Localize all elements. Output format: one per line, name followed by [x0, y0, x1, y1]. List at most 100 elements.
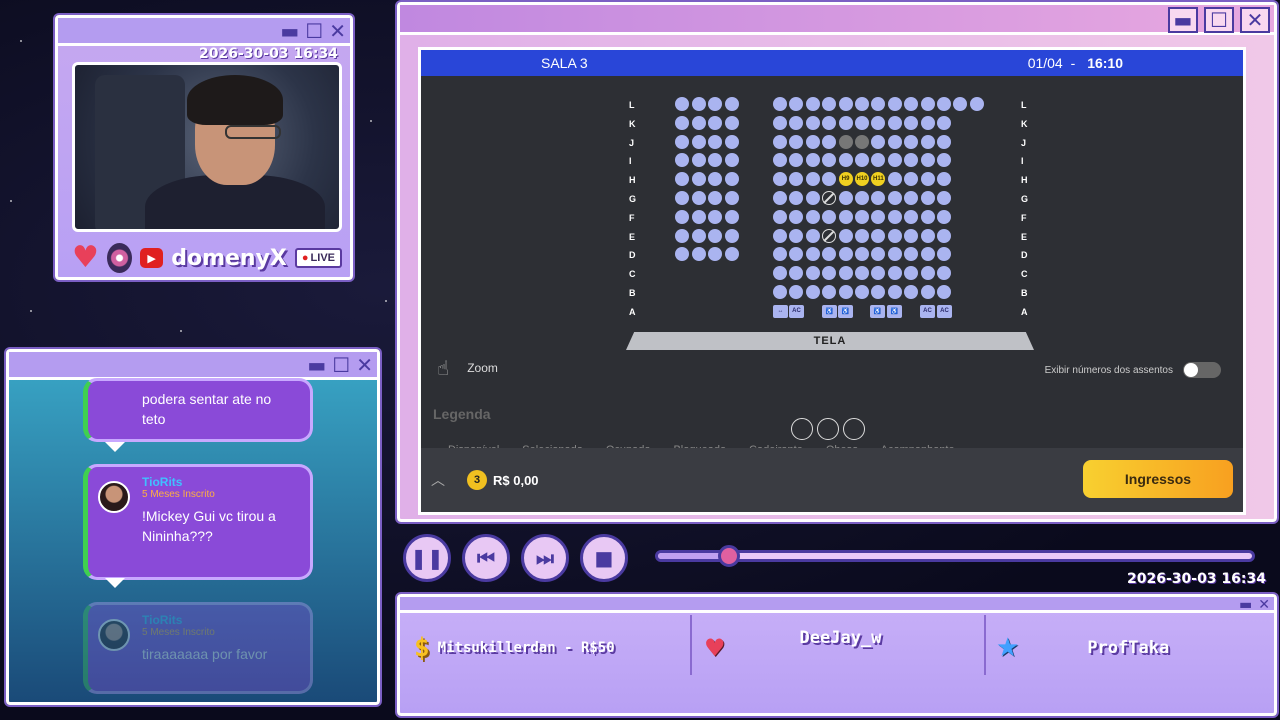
seat-available[interactable]	[904, 134, 919, 149]
zoom-control[interactable]: ☝ Zoom	[437, 356, 498, 380]
close-icon[interactable]: ✕	[1258, 598, 1270, 612]
minimize-icon[interactable]: ▬	[1168, 7, 1198, 33]
seat-available[interactable]	[838, 191, 853, 205]
seat-available[interactable]	[708, 228, 722, 243]
seat-available[interactable]	[920, 97, 935, 111]
seat-available[interactable]	[691, 228, 706, 243]
seat-available[interactable]	[855, 285, 869, 299]
seat-available[interactable]	[855, 153, 869, 168]
seat-available[interactable]	[855, 266, 869, 281]
seat-available[interactable]	[805, 247, 820, 262]
seat-available[interactable]	[838, 228, 853, 243]
seat-available[interactable]	[887, 115, 902, 130]
seat-available[interactable]	[708, 134, 722, 149]
seat-available[interactable]	[805, 115, 820, 130]
seat-available[interactable]	[871, 266, 886, 281]
seat-available[interactable]	[937, 191, 951, 205]
seat-available[interactable]	[855, 247, 869, 262]
seat-available[interactable]	[920, 209, 935, 224]
seat-available[interactable]	[675, 97, 689, 111]
seat-available[interactable]	[805, 134, 820, 149]
seat-available[interactable]	[920, 134, 935, 149]
seat-available[interactable]	[904, 115, 919, 130]
seat-available[interactable]	[675, 115, 689, 130]
seat-available[interactable]	[937, 247, 951, 262]
seat-available[interactable]	[675, 153, 689, 168]
seat-available[interactable]	[871, 191, 886, 205]
seat-available[interactable]	[937, 285, 951, 299]
seat-available[interactable]	[805, 97, 820, 111]
seat-available[interactable]	[724, 209, 739, 224]
seat-available[interactable]	[789, 97, 804, 111]
seat-available[interactable]	[887, 228, 902, 243]
seat-available[interactable]	[920, 228, 935, 243]
seat-available[interactable]	[838, 247, 853, 262]
seat-available[interactable]	[838, 153, 853, 168]
seat-available[interactable]	[920, 153, 935, 168]
seat-available[interactable]	[675, 172, 689, 187]
seat-available[interactable]	[805, 285, 820, 299]
seat-available[interactable]	[887, 153, 902, 168]
companion-seat[interactable]: AC	[937, 304, 952, 318]
next-button[interactable]: ⏭	[521, 534, 569, 582]
seat-available[interactable]	[969, 97, 984, 111]
seat-available[interactable]	[724, 247, 739, 262]
seat-available[interactable]	[904, 153, 919, 168]
seat-available[interactable]	[805, 266, 820, 281]
seat-available[interactable]	[920, 172, 935, 187]
seat-available[interactable]	[887, 191, 902, 205]
seat-available[interactable]	[789, 172, 804, 187]
seat-available[interactable]	[838, 285, 853, 299]
seat-available[interactable]	[855, 97, 869, 111]
progress-thumb[interactable]	[718, 545, 741, 567]
seat-available[interactable]	[773, 247, 787, 262]
seat-available[interactable]	[887, 172, 902, 187]
seat-available[interactable]	[691, 209, 706, 224]
seat-available[interactable]	[789, 115, 804, 130]
seat-available[interactable]	[724, 134, 739, 149]
progress-track[interactable]	[655, 545, 1255, 567]
maximize-icon[interactable]: ☐	[332, 354, 350, 376]
seat-available[interactable]	[838, 97, 853, 111]
show-seat-numbers-toggle[interactable]	[1183, 362, 1221, 378]
seat-available[interactable]	[708, 97, 722, 111]
seat-available[interactable]	[920, 247, 935, 262]
seat-available[interactable]	[887, 97, 902, 111]
seat-available[interactable]	[675, 134, 689, 149]
companion-seat[interactable]: AC	[789, 304, 804, 318]
seat-available[interactable]	[822, 266, 837, 281]
seat-available[interactable]	[838, 266, 853, 281]
seat-available[interactable]	[887, 134, 902, 149]
seat-available[interactable]	[675, 247, 689, 262]
seat-available[interactable]	[675, 228, 689, 243]
seat-available[interactable]	[773, 115, 787, 130]
seat-available[interactable]	[789, 285, 804, 299]
seat-available[interactable]	[691, 153, 706, 168]
seat-available[interactable]	[789, 247, 804, 262]
seat-available[interactable]	[887, 247, 902, 262]
seat-available[interactable]	[773, 153, 787, 168]
seat-available[interactable]	[887, 209, 902, 224]
seat-available[interactable]	[805, 228, 820, 243]
seat-available[interactable]	[871, 228, 886, 243]
seat-available[interactable]	[675, 209, 689, 224]
seat-available[interactable]	[887, 266, 902, 281]
seat-available[interactable]	[789, 209, 804, 224]
seat-available[interactable]	[904, 172, 919, 187]
seat-available[interactable]	[855, 209, 869, 224]
seat-available[interactable]	[904, 209, 919, 224]
seat-available[interactable]	[724, 115, 739, 130]
seat-available[interactable]	[789, 134, 804, 149]
seat-available[interactable]	[904, 97, 919, 111]
seat-available[interactable]	[937, 228, 951, 243]
seat-available[interactable]	[773, 228, 787, 243]
seat-available[interactable]	[904, 247, 919, 262]
minimize-icon[interactable]: ▬	[1239, 598, 1252, 612]
seat-available[interactable]	[691, 97, 706, 111]
seat-available[interactable]	[691, 115, 706, 130]
seat-available[interactable]	[805, 209, 820, 224]
seat-available[interactable]	[920, 285, 935, 299]
close-icon[interactable]: ✕	[356, 354, 373, 376]
obese-seat[interactable]: ↔	[773, 304, 788, 318]
wheelchair-seat[interactable]: ♿	[822, 304, 837, 318]
